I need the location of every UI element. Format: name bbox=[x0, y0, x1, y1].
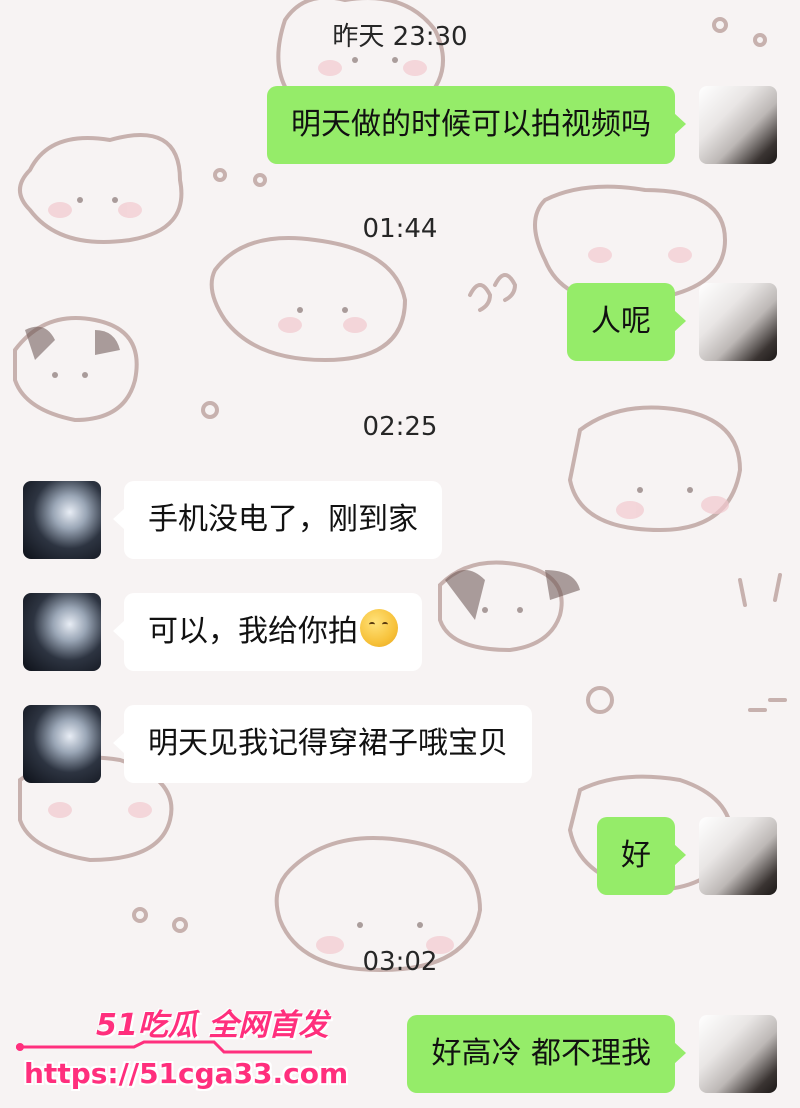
timestamp: 03:02 bbox=[362, 947, 438, 977]
contact-avatar[interactable] bbox=[23, 593, 101, 671]
contact-avatar[interactable] bbox=[23, 705, 101, 783]
message-bubble-received[interactable]: 手机没电了，刚到家 bbox=[113, 481, 442, 559]
watermark-url: https://51cga33.com bbox=[24, 1057, 349, 1090]
self-avatar[interactable] bbox=[699, 817, 777, 895]
timestamp: 02:25 bbox=[362, 412, 438, 442]
watermark: 51吃瓜 全网首发 https://51cga33.com bbox=[14, 995, 348, 1100]
message-bubble-received[interactable]: 可以，我给你拍 bbox=[113, 593, 422, 671]
watermark-decoration-icon bbox=[16, 1040, 312, 1054]
message-bubble-sent[interactable]: 人呢 bbox=[567, 283, 686, 361]
self-avatar[interactable] bbox=[699, 86, 777, 164]
watermark-title: 51吃瓜 全网首发 bbox=[96, 1008, 329, 1043]
message-bubble-sent[interactable]: 好高冷 都不理我 bbox=[407, 1015, 686, 1093]
message-text: 可以，我给你拍 bbox=[148, 614, 358, 649]
message-bubble-received[interactable]: 明天见我记得穿裙子哦宝贝 bbox=[113, 705, 532, 783]
kissing-face-emoji-icon bbox=[360, 609, 398, 647]
timestamp: 01:44 bbox=[362, 214, 438, 244]
message-bubble-sent[interactable]: 好 bbox=[597, 817, 686, 895]
self-avatar[interactable] bbox=[699, 1015, 777, 1093]
timestamp: 昨天 23:30 bbox=[332, 22, 468, 52]
self-avatar[interactable] bbox=[699, 283, 777, 361]
contact-avatar[interactable] bbox=[23, 481, 101, 559]
message-bubble-sent[interactable]: 明天做的时候可以拍视频吗 bbox=[267, 86, 686, 164]
